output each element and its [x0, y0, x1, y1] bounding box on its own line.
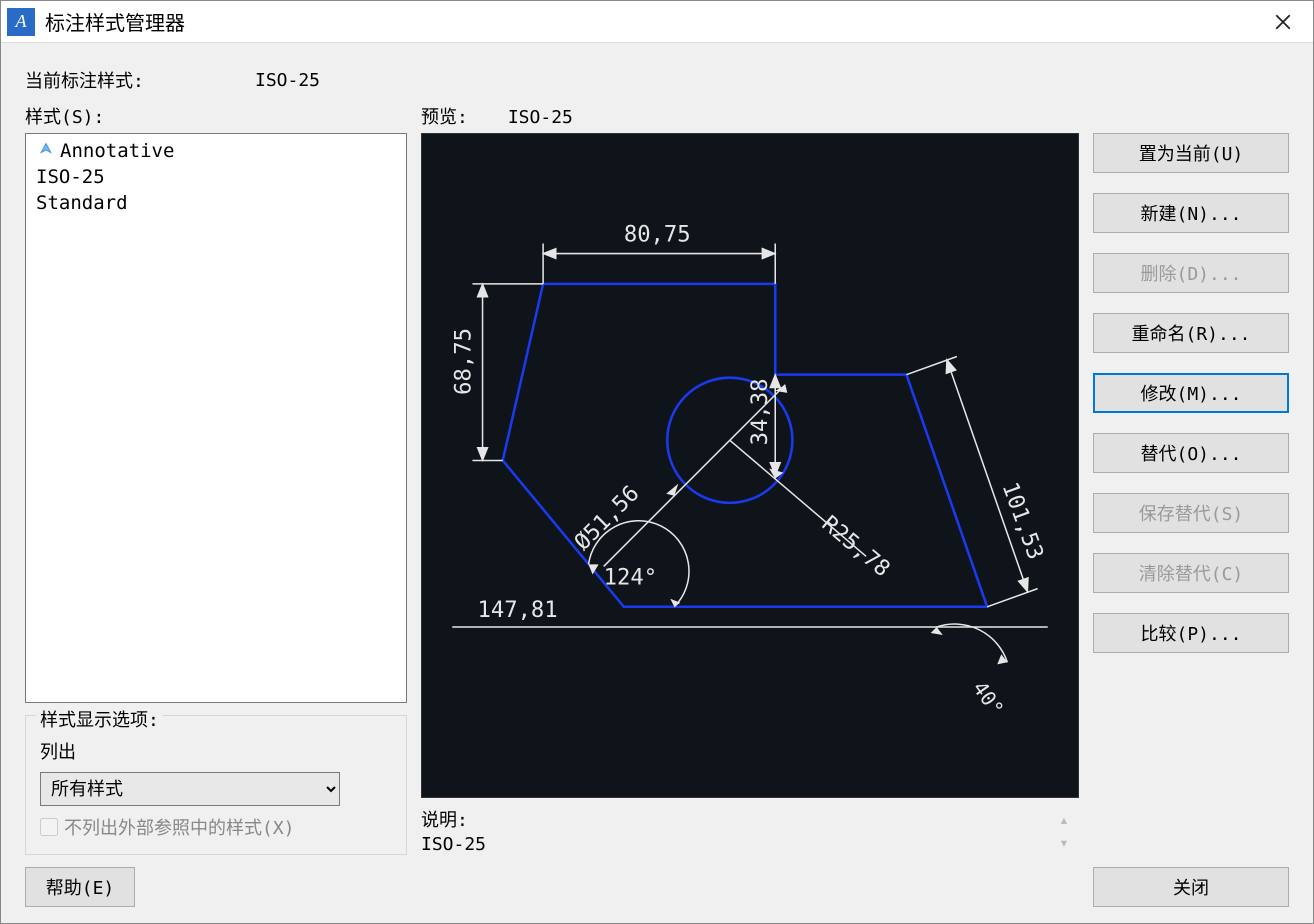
list-item[interactable]: Standard: [32, 190, 400, 216]
svg-text:124°: 124°: [604, 565, 657, 591]
help-button[interactable]: 帮助(E): [25, 867, 135, 907]
description-label: 说明:: [421, 806, 1039, 832]
description-block: 说明: ISO-25 ▴ ▾: [421, 806, 1079, 855]
svg-text:34,38: 34,38: [747, 379, 773, 446]
dimension-style-manager-dialog: A 标注样式管理器 当前标注样式: ISO-25 样式(S): Annotati…: [0, 0, 1314, 924]
compare-button[interactable]: 比较(P)...: [1093, 613, 1289, 653]
annotative-icon: [36, 141, 56, 161]
list-filter-label: 列出: [40, 738, 392, 764]
exclude-xref-checkbox[interactable]: [40, 818, 58, 836]
list-item[interactable]: ISO-25: [32, 164, 400, 190]
clear-override-button: 清除替代(C): [1093, 553, 1289, 593]
svg-text:101,53: 101,53: [997, 479, 1049, 563]
svg-text:Ø51,56: Ø51,56: [569, 480, 644, 555]
dialog-content: 当前标注样式: ISO-25 样式(S): Annotative ISO-25 …: [1, 43, 1313, 867]
bottom-row: 帮助(E) 关闭: [1, 867, 1313, 923]
exclude-xref-label: 不列出外部参照中的样式(X): [64, 814, 295, 840]
override-button[interactable]: 替代(O)...: [1093, 433, 1289, 473]
list-item-label: Annotative: [60, 138, 174, 164]
styles-list[interactable]: Annotative ISO-25 Standard: [25, 133, 407, 703]
styles-label: 样式(S):: [25, 103, 407, 129]
preview-label: 预览:: [421, 103, 468, 129]
description-scroll[interactable]: ▴ ▾: [1049, 806, 1079, 855]
display-options-group: 样式显示选项: 列出 所有样式 不列出外部参照中的样式(X): [25, 715, 407, 855]
save-override-button: 保存替代(S): [1093, 493, 1289, 533]
exclude-xref-checkbox-row[interactable]: 不列出外部参照中的样式(X): [40, 814, 392, 840]
chevron-up-icon[interactable]: ▴: [1059, 810, 1069, 829]
list-item-label: ISO-25: [36, 164, 105, 190]
new-button[interactable]: 新建(N)...: [1093, 193, 1289, 233]
display-options-title: 样式显示选项:: [36, 706, 163, 732]
svg-text:80,75: 80,75: [624, 221, 691, 247]
preview-style-name: ISO-25: [508, 107, 573, 128]
left-column: 样式(S): Annotative ISO-25 Standard 样式显示选项…: [25, 103, 407, 855]
set-current-button[interactable]: 置为当前(U): [1093, 133, 1289, 173]
current-style-row: 当前标注样式: ISO-25: [25, 67, 1289, 93]
main-row: 样式(S): Annotative ISO-25 Standard 样式显示选项…: [25, 103, 1289, 855]
middle-column: 预览: ISO-25: [421, 103, 1079, 855]
preview-header: 预览: ISO-25: [421, 103, 1079, 129]
svg-text:40°: 40°: [968, 677, 1009, 721]
description-value: ISO-25: [421, 834, 1039, 855]
chevron-down-icon[interactable]: ▾: [1059, 833, 1069, 852]
close-button[interactable]: 关闭: [1093, 867, 1289, 907]
list-item-label: Standard: [36, 190, 128, 216]
svg-text:68,75: 68,75: [450, 328, 476, 395]
close-icon[interactable]: [1263, 2, 1303, 42]
modify-button[interactable]: 修改(M)...: [1093, 373, 1289, 413]
list-item[interactable]: Annotative: [32, 138, 400, 164]
preview-panel: 80,75 68,75 34,38 Ø51,56: [421, 133, 1079, 798]
app-icon: A: [7, 8, 35, 36]
current-style-value: ISO-25: [255, 70, 320, 91]
delete-button: 删除(D)...: [1093, 253, 1289, 293]
titlebar: A 标注样式管理器: [1, 1, 1313, 43]
list-filter-combo[interactable]: 所有样式: [40, 772, 340, 806]
preview-drawing: 80,75 68,75 34,38 Ø51,56: [422, 134, 1078, 797]
current-style-label: 当前标注样式:: [25, 67, 245, 93]
rename-button[interactable]: 重命名(R)...: [1093, 313, 1289, 353]
right-buttons-column: 置为当前(U) 新建(N)... 删除(D)... 重命名(R)... 修改(M…: [1093, 103, 1289, 855]
window-title: 标注样式管理器: [45, 7, 1263, 36]
svg-text:147,81: 147,81: [478, 597, 558, 623]
svg-text:R25,78: R25,78: [817, 511, 895, 582]
